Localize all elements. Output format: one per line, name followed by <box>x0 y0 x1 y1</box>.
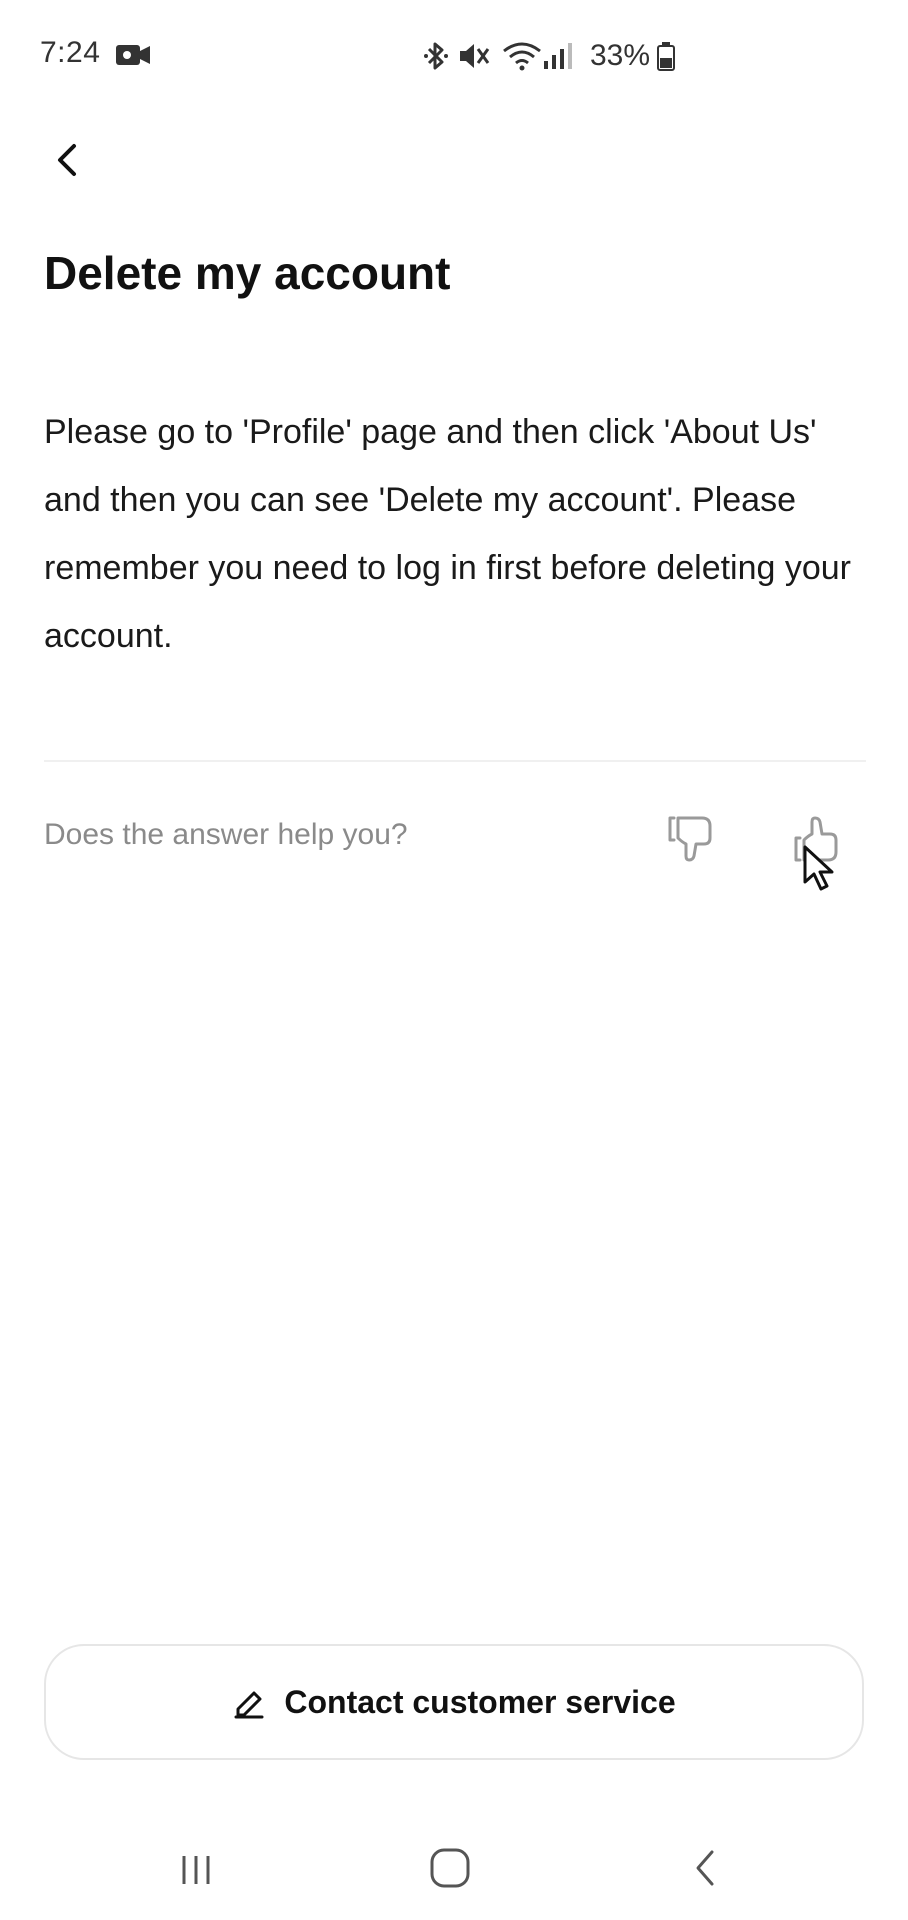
contact-button-label: Contact customer service <box>284 1683 676 1720</box>
edit-icon <box>234 1691 264 1719</box>
status-icons: 33% <box>424 36 676 76</box>
thumbs-down-button[interactable] <box>664 812 718 866</box>
bluetooth-icon <box>424 42 448 70</box>
status-bar: 7:24 33% <box>0 0 908 110</box>
back-button[interactable] <box>40 132 96 188</box>
feedback-question: Does the answer help you? <box>44 818 408 851</box>
back-icon[interactable] <box>686 1846 726 1890</box>
answer-text: Please go to 'Profile' page and then cli… <box>44 413 852 655</box>
page-title: Delete my account <box>44 247 451 299</box>
battery-percent: 33% <box>590 39 651 72</box>
chevron-left-icon <box>58 144 76 176</box>
contact-customer-service-button[interactable]: Contact customer service <box>44 1644 864 1760</box>
wifi-icon <box>503 42 541 71</box>
battery-icon <box>657 42 676 71</box>
home-icon[interactable] <box>428 1846 472 1890</box>
mouse-cursor-icon <box>803 845 834 891</box>
video-camera-icon <box>116 45 150 65</box>
mute-icon <box>460 44 490 68</box>
thumbs-down-icon <box>668 816 712 862</box>
status-time: 7:24 <box>40 36 101 69</box>
divider <box>44 760 866 762</box>
signal-icon <box>544 43 572 69</box>
system-nav-bar <box>0 1820 908 1920</box>
recents-icon[interactable] <box>174 1848 218 1892</box>
